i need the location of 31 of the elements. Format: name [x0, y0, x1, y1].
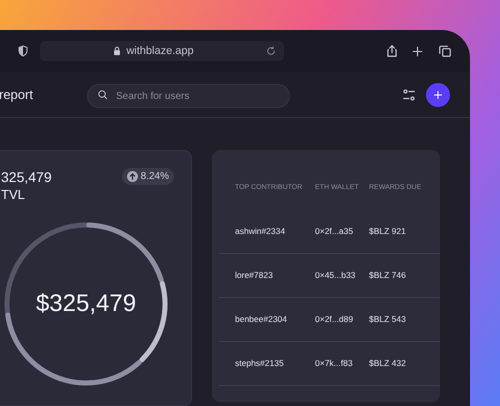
plus-icon: [432, 88, 444, 100]
share-icon[interactable]: [385, 44, 399, 58]
table-cell-text: benbee#2304: [235, 313, 288, 326]
filter-icon[interactable]: [402, 88, 416, 102]
add-button[interactable]: [426, 82, 450, 106]
url-text: withblaze.app: [126, 44, 194, 59]
page-title: report: [0, 86, 34, 104]
ring-value: $325,479: [36, 289, 136, 319]
table-cell-text: $BLZ 921: [369, 225, 407, 238]
plus-icon[interactable]: [411, 44, 424, 58]
table-cell-text: $BLZ 543: [369, 313, 407, 326]
shield-icon[interactable]: [17, 45, 29, 57]
table-cell-text: stephs#2135: [235, 357, 285, 370]
address-bar[interactable]: withblaze.app: [40, 41, 284, 61]
reload-icon[interactable]: [266, 46, 276, 56]
table-cell-text: $BLZ 432: [369, 357, 407, 370]
table-cell-text: 0×2f...d89: [315, 313, 354, 326]
tvl-value: 325,479: [1, 168, 52, 186]
search-icon[interactable]: [97, 89, 108, 100]
search-field[interactable]: Search for users: [87, 84, 290, 108]
tabs-icon[interactable]: [438, 44, 452, 58]
lock-icon: [112, 46, 122, 56]
table-cell-text: $BLZ 746: [369, 269, 407, 282]
arrow-up-icon: [126, 171, 138, 182]
table-cell-text: ashwin#2334: [235, 225, 286, 238]
table-cell-text: 0×7k...f83: [315, 357, 354, 370]
table-cell-text: 0×2f...a35: [315, 225, 354, 238]
table-cell-text: lore#7823: [235, 269, 274, 282]
tvl-label: TVL: [1, 186, 26, 204]
change-badge: 8.24%: [122, 168, 174, 185]
table-cell-text: 0×45...b33: [315, 269, 356, 282]
